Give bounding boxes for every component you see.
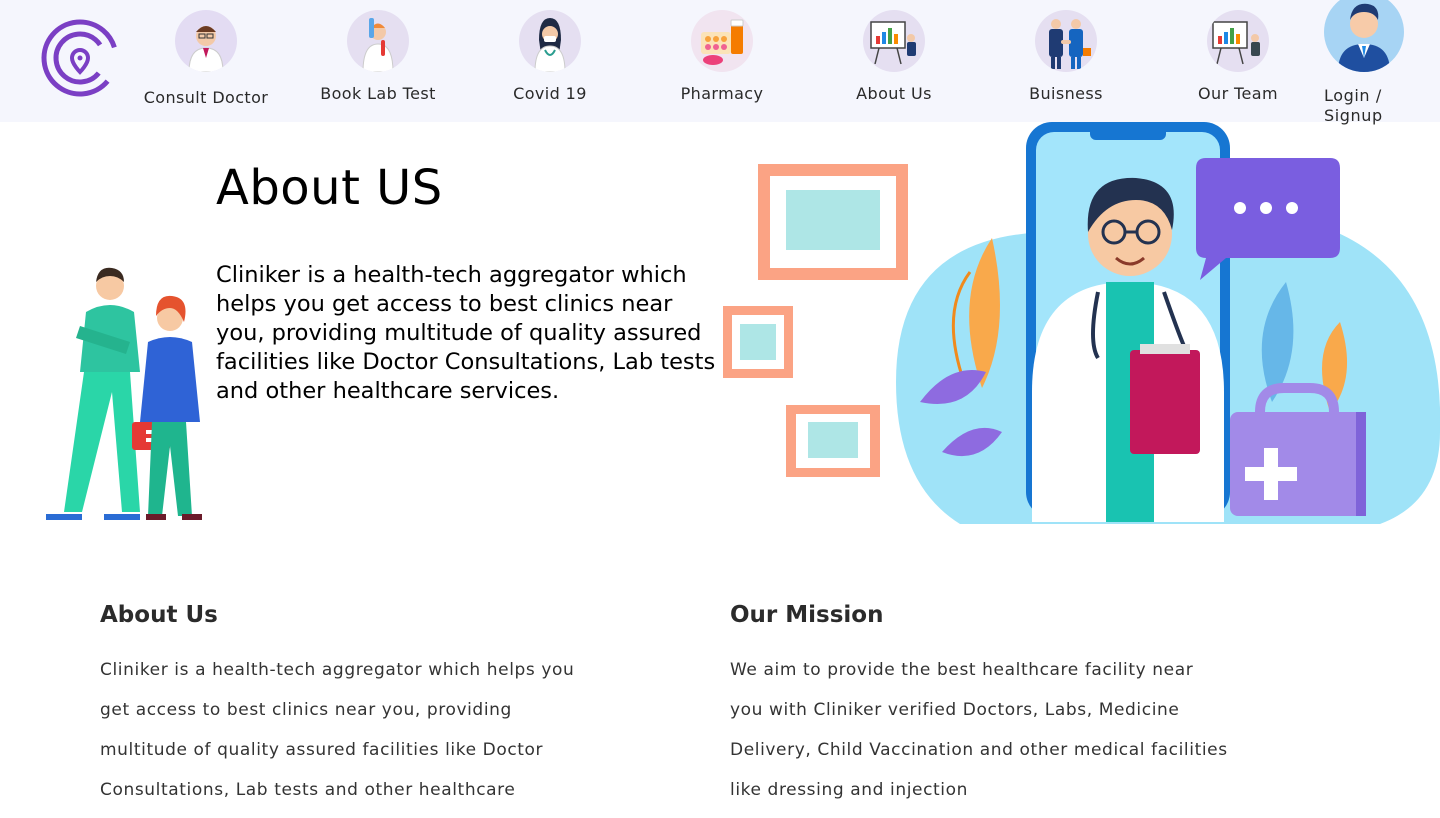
nav-item-label: Our Team <box>1198 84 1278 103</box>
covid-icon <box>519 10 581 72</box>
nav-item-label: Book Lab Test <box>320 84 436 103</box>
nav-item-label: Covid 19 <box>513 84 587 103</box>
our-mission-text: We aim to provide the best healthcare fa… <box>730 660 1228 800</box>
nav-item-book-lab-test[interactable]: Book Lab Test <box>298 10 458 110</box>
login-signup-button[interactable]: Login / Signup <box>1320 0 1430 125</box>
our-mission-heading: Our Mission <box>730 602 884 628</box>
nav-item-buisness[interactable]: Buisness <box>986 10 1146 110</box>
pharmacy-icon <box>691 10 753 72</box>
about-us-heading: About Us <box>100 602 218 628</box>
navbar: Consult Doctor Book Lab Test Covid 19 Ph… <box>0 0 1440 125</box>
nav-item-consult-doctor[interactable]: Consult Doctor <box>126 10 286 110</box>
nav-item-label: Buisness <box>1029 84 1103 103</box>
presentation-icon <box>863 10 925 72</box>
nav-item-label: Consult Doctor <box>143 88 269 107</box>
handshake-icon <box>1035 10 1097 72</box>
nav-item-about-us[interactable]: About Us <box>814 10 974 110</box>
lab-test-icon <box>347 10 409 72</box>
nav-item-our-team[interactable]: Our Team <box>1158 10 1318 110</box>
nav-item-label: Pharmacy <box>680 84 764 103</box>
doctor-phone-illustration <box>723 122 1440 524</box>
about-us-text: Cliniker is a health-tech aggregator whi… <box>100 660 575 800</box>
login-signup-label: Login / Signup <box>1324 86 1383 125</box>
nav-item-label: About Us <box>856 84 932 103</box>
nav-item-covid-19[interactable]: Covid 19 <box>470 10 630 110</box>
doctor-icon <box>175 10 237 72</box>
hero-title: About US <box>216 160 443 216</box>
team-icon <box>1207 10 1269 72</box>
nav-item-pharmacy[interactable]: Pharmacy <box>642 10 802 110</box>
hero-description: Cliniker is a health-tech aggregator whi… <box>216 262 716 404</box>
cliniker-logo[interactable] <box>40 14 122 102</box>
nurses-illustration <box>46 267 202 520</box>
avatar-icon <box>1324 0 1404 72</box>
